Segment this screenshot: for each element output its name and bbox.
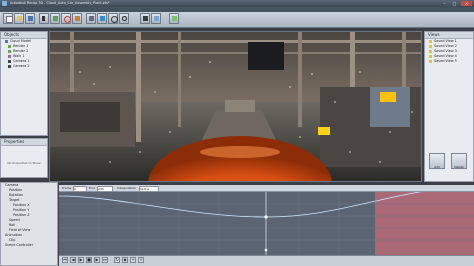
fly-button[interactable] [97, 13, 107, 24]
properties-panel-title: Properties [1, 139, 47, 146]
last-frame-icon: ⏭ [103, 257, 107, 262]
walk-icon [89, 16, 94, 21]
rotate-icon [64, 16, 71, 23]
save-button[interactable] [25, 13, 35, 24]
delete-key-button[interactable]: × [138, 257, 144, 263]
open-button[interactable] [14, 13, 24, 24]
camera-icon [8, 64, 11, 68]
key-button[interactable]: ◆ [122, 257, 128, 263]
move-button[interactable] [50, 13, 60, 24]
new-button[interactable] [3, 13, 13, 24]
window-title: Autodesk Recap 3D - Cloud_Auto_Car_Assem… [10, 1, 110, 5]
previous-frame-icon: ◀ [71, 257, 75, 262]
viewport[interactable] [49, 31, 422, 182]
rotate-button[interactable] [61, 13, 71, 24]
zoom-icon [122, 16, 127, 21]
list-item[interactable]: Saved View 5 [425, 59, 473, 64]
interpolation-label: Interpolation [117, 186, 137, 190]
loop-icon: ↻ [115, 257, 119, 262]
scale-icon [75, 16, 80, 21]
app-icon[interactable] [2, 1, 7, 6]
move-icon [53, 16, 58, 21]
timeline-graph[interactable] [59, 192, 474, 255]
render-icon [8, 49, 11, 53]
loop-button[interactable]: ↻ [114, 257, 120, 263]
tree-item[interactable]: Camera 2 [1, 64, 47, 69]
objects-panel: Objects Cloud Model Render 1 Render 2 Wa… [0, 31, 48, 136]
delete-view-label: Delete [454, 165, 464, 169]
open-icon [17, 16, 22, 21]
properties-empty-text: No Properties to Show [7, 161, 41, 165]
cloud-icon [5, 39, 8, 43]
properties-panel: Properties No Properties to Show [0, 138, 48, 178]
screenshot-button[interactable] [151, 13, 161, 24]
zoom-button[interactable] [119, 13, 129, 24]
screenshot-icon [154, 16, 159, 21]
camera-icon [8, 59, 11, 63]
view-icon [429, 59, 432, 63]
view-icon [429, 39, 432, 43]
save-icon [28, 16, 33, 21]
new-icon [6, 16, 13, 23]
last-frame-button[interactable]: ⏭ [102, 257, 108, 263]
stop-button[interactable]: ■ [86, 257, 92, 263]
close-icon[interactable]: × [461, 1, 472, 6]
add-icon: + [131, 257, 135, 262]
walk-button[interactable] [86, 13, 96, 24]
minimize-icon[interactable]: – [440, 1, 449, 6]
camera-button[interactable] [140, 13, 150, 24]
objects-panel-title: Objects [1, 32, 47, 39]
add-view-label: Add [434, 165, 440, 169]
stop-icon: ■ [87, 257, 91, 262]
view-icon [429, 44, 432, 48]
title-bar: Autodesk Recap 3D - Cloud_Auto_Car_Assem… [0, 0, 474, 7]
scale-button[interactable] [72, 13, 82, 24]
key-icon: ◆ [123, 257, 127, 262]
views-panel: Views Saved View 1 Saved View 2 Saved Vi… [424, 31, 474, 182]
frame-label: Frame [62, 186, 72, 190]
maximize-icon[interactable]: □ [450, 1, 459, 6]
add-key-button[interactable]: + [130, 257, 136, 263]
delete-view-button[interactable]: Delete [451, 153, 467, 169]
tree-item[interactable]: Scene Controller [1, 243, 57, 248]
first-frame-icon: ⏮ [63, 257, 67, 262]
animation-curve [59, 192, 474, 255]
timeline-header: Frame 0 End 240 Interpolation Spline [59, 185, 474, 192]
next-frame-icon: ▶ [95, 257, 99, 262]
select-button[interactable] [39, 13, 49, 24]
cursor-icon [42, 16, 45, 21]
walk-icon [8, 54, 11, 58]
view-icon [429, 49, 432, 53]
views-panel-title: Views [425, 32, 473, 39]
camera-icon [143, 16, 148, 21]
view-icon [429, 54, 432, 58]
play-button[interactable]: ▶ [78, 257, 84, 263]
delete-icon: × [139, 257, 143, 262]
point-cloud-scene [50, 32, 421, 181]
next-frame-button[interactable]: ▶ [94, 257, 100, 263]
previous-frame-button[interactable]: ◀ [70, 257, 76, 263]
render-icon [8, 44, 11, 48]
play-icon: ▶ [79, 257, 83, 262]
fly-icon [100, 16, 105, 21]
first-frame-button[interactable]: ⏮ [62, 257, 68, 263]
render-button[interactable] [169, 13, 179, 24]
render-icon [172, 16, 177, 21]
end-label: End [89, 186, 95, 190]
orbit-icon [111, 16, 118, 23]
add-view-button[interactable]: Add [429, 153, 445, 169]
orbit-button[interactable] [108, 13, 118, 24]
timeline-tree: Camera Position Rotation Target Position… [0, 182, 58, 266]
